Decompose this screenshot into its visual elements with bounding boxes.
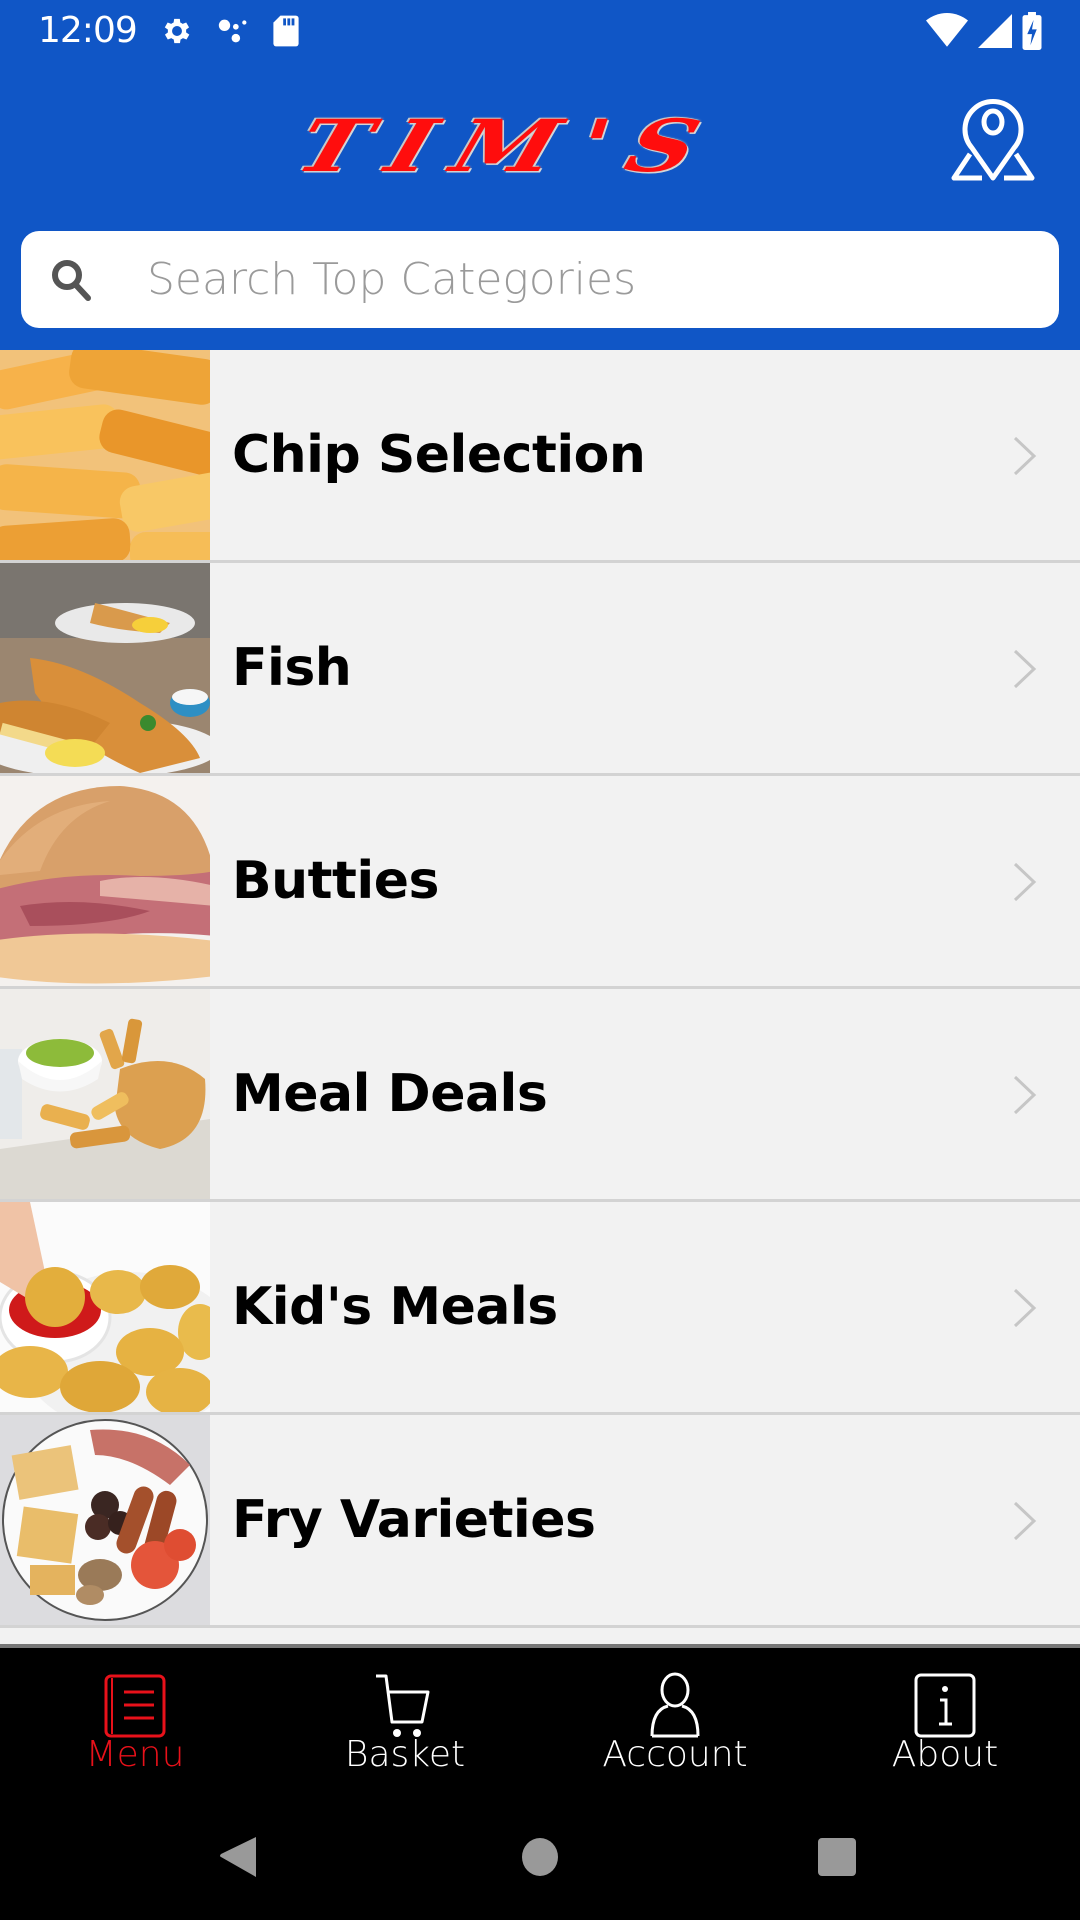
chevron-right-icon bbox=[1013, 649, 1037, 689]
info-icon bbox=[914, 1673, 976, 1738]
chevron-right-icon bbox=[1013, 1075, 1037, 1115]
system-navigation-bar bbox=[0, 1790, 1080, 1920]
chevron-right-icon bbox=[1013, 436, 1037, 476]
category-label: Chip Selection bbox=[232, 425, 646, 485]
category-row-fish[interactable]: Fish bbox=[0, 563, 1080, 776]
category-row-butties[interactable]: Butties bbox=[0, 776, 1080, 989]
home-icon[interactable] bbox=[521, 1837, 559, 1877]
battery-charging-icon bbox=[1022, 12, 1042, 50]
wifi-icon bbox=[926, 13, 968, 47]
back-icon[interactable] bbox=[218, 1835, 258, 1879]
bottom-tab-bar: Menu Basket Account About bbox=[0, 1644, 1080, 1790]
status-time: 12:09 bbox=[38, 10, 138, 51]
chips-photo bbox=[0, 350, 210, 560]
settings-icon bbox=[164, 18, 190, 44]
app-header: TIM'S bbox=[0, 64, 1080, 350]
category-row-meal-deals[interactable]: Meal Deals bbox=[0, 989, 1080, 1202]
search-icon bbox=[52, 260, 91, 301]
fish-and-chips-photo bbox=[0, 563, 210, 773]
assistant-dots-icon bbox=[218, 19, 247, 43]
search-input[interactable] bbox=[147, 231, 1037, 328]
tab-about[interactable]: About bbox=[810, 1648, 1080, 1790]
category-row-fry-varieties[interactable]: Fry Varieties bbox=[0, 1415, 1080, 1628]
tab-label: Menu bbox=[85, 1734, 185, 1775]
user-icon bbox=[650, 1672, 700, 1738]
tims-logo: TIM'S bbox=[286, 92, 820, 192]
tab-label: Basket bbox=[344, 1734, 466, 1775]
category-label: Kid's Meals bbox=[232, 1277, 558, 1337]
menu-list-icon bbox=[104, 1674, 166, 1738]
fry-up-breakfast-photo bbox=[0, 1415, 210, 1625]
sd-card-icon bbox=[273, 15, 299, 47]
tab-label: About bbox=[891, 1734, 999, 1775]
category-label: Butties bbox=[232, 851, 439, 911]
tab-label: Account bbox=[602, 1734, 748, 1775]
recents-icon[interactable] bbox=[817, 1837, 857, 1877]
category-list: Chip Selection Fish Butties Meal Deals K… bbox=[0, 350, 1080, 1628]
shopping-cart-icon bbox=[376, 1674, 430, 1737]
tab-menu[interactable]: Menu bbox=[0, 1648, 270, 1790]
cellular-signal-icon bbox=[978, 14, 1012, 48]
logo-text: TIM'S bbox=[286, 103, 732, 189]
category-row-chip-selection[interactable]: Chip Selection bbox=[0, 350, 1080, 563]
location-map-icon bbox=[951, 98, 1035, 181]
bacon-butty-photo bbox=[0, 776, 210, 986]
chevron-right-icon bbox=[1013, 1288, 1037, 1328]
chevron-right-icon bbox=[1013, 1501, 1037, 1541]
chevron-right-icon bbox=[1013, 862, 1037, 902]
status-bar: 12:09 bbox=[0, 0, 1080, 64]
search-bar[interactable] bbox=[21, 231, 1059, 328]
store-location-button[interactable] bbox=[950, 92, 1036, 184]
category-label: Fry Varieties bbox=[232, 1490, 596, 1550]
category-label: Meal Deals bbox=[232, 1064, 548, 1124]
category-row-kids-meals[interactable]: Kid's Meals bbox=[0, 1202, 1080, 1415]
chicken-nuggets-photo bbox=[0, 1202, 210, 1412]
tab-basket[interactable]: Basket bbox=[270, 1648, 540, 1790]
fish-meal-deal-photo bbox=[0, 989, 210, 1199]
tab-account[interactable]: Account bbox=[540, 1648, 810, 1790]
category-label: Fish bbox=[232, 638, 352, 698]
